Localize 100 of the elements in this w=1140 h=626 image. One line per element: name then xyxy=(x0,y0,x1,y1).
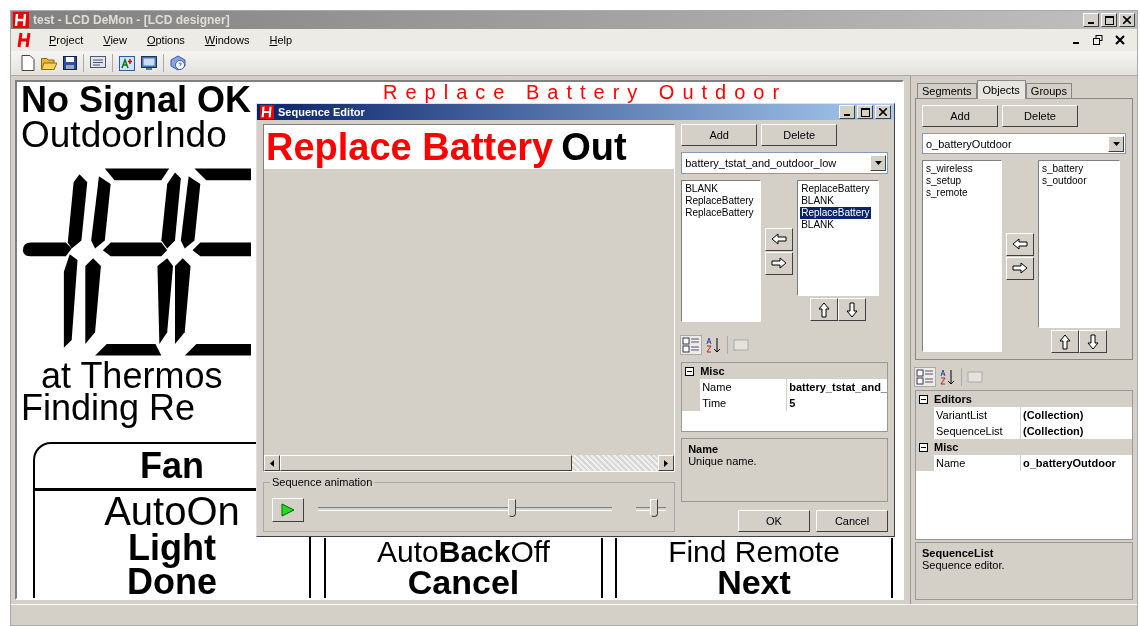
tab[interactable]: Segments xyxy=(917,83,977,98)
caret-icon xyxy=(874,161,882,165)
categorized-icon[interactable] xyxy=(681,336,702,354)
category-label: Editors xyxy=(934,393,972,405)
list-item[interactable]: BLANK xyxy=(800,195,835,207)
menu-item[interactable]: Help xyxy=(267,34,295,46)
list-item[interactable]: ReplaceBattery xyxy=(800,207,871,219)
minimize-button[interactable] xyxy=(839,105,855,119)
maximize-icon xyxy=(860,107,870,117)
property-value[interactable]: 5 xyxy=(787,395,887,411)
down-arrow-icon xyxy=(1087,333,1099,350)
close-icon[interactable] xyxy=(1115,35,1125,45)
save-icon[interactable] xyxy=(63,56,77,70)
property-name: Name xyxy=(934,455,1021,471)
list-item[interactable]: ReplaceBattery xyxy=(684,195,755,207)
left-arrow-icon xyxy=(771,233,788,245)
description-text: Sequence editor. xyxy=(922,559,1006,571)
group-label: Sequence animation xyxy=(270,476,375,488)
tab[interactable]: Objects xyxy=(976,80,1026,99)
list-item[interactable]: s_setup xyxy=(925,175,963,187)
assigned-segment-list[interactable]: s_battery s_outdoor xyxy=(1038,160,1120,328)
description-text: Unique name. xyxy=(688,455,758,467)
move-right-button[interactable] xyxy=(1006,256,1034,280)
categorized-icon[interactable] xyxy=(915,368,935,386)
ok-button[interactable]: OK xyxy=(738,510,810,532)
window-title: test - LCD DeMon - [LCD designer] xyxy=(33,13,230,27)
close-icon xyxy=(879,108,887,116)
maximize-button[interactable] xyxy=(857,105,873,119)
description-title: SequenceList xyxy=(922,547,995,559)
text-style-icon[interactable] xyxy=(119,55,135,71)
category-label: Misc xyxy=(700,365,725,377)
scroll-left-icon[interactable] xyxy=(270,459,274,467)
close-button[interactable] xyxy=(1119,13,1135,27)
list-item[interactable]: BLANK xyxy=(684,183,719,195)
property-name: Name xyxy=(700,379,788,395)
segment-list[interactable]: s_wireless s_setup s_remote xyxy=(922,160,1002,352)
collapse-icon[interactable] xyxy=(685,366,695,376)
category-label: Misc xyxy=(934,441,959,453)
property-value[interactable]: battery_tstat_and_ xyxy=(787,379,887,395)
move-left-button[interactable] xyxy=(1006,232,1034,256)
list-item[interactable]: s_battery xyxy=(1041,163,1085,175)
key-label: Cancel xyxy=(407,566,520,598)
sequence-dropdown[interactable]: battery_tstat_and_outdoor_low xyxy=(681,152,888,174)
menu-item[interactable]: Project xyxy=(47,34,86,46)
help-icon[interactable] xyxy=(170,55,186,71)
menu-item[interactable]: View xyxy=(101,34,129,46)
frame-list[interactable]: ReplaceBattery BLANK ReplaceBattery BLANK xyxy=(797,180,880,296)
right-arrow-icon xyxy=(1012,262,1028,274)
move-up-button[interactable] xyxy=(810,298,839,321)
menu-item[interactable]: Windows xyxy=(202,34,252,46)
minimize-button[interactable] xyxy=(1083,13,1099,27)
list-item[interactable]: s_outdoor xyxy=(1041,175,1088,187)
caret-icon xyxy=(1112,141,1120,146)
preview-text: Out xyxy=(561,125,627,169)
move-left-button[interactable] xyxy=(765,227,794,251)
play-button[interactable] xyxy=(272,498,304,522)
add-button[interactable]: Add xyxy=(922,105,998,127)
delete-button[interactable]: Delete xyxy=(761,124,838,146)
up-arrow-icon xyxy=(1059,333,1071,350)
open-folder-icon[interactable] xyxy=(41,56,57,70)
maximize-button[interactable] xyxy=(1101,13,1117,27)
left-arrow-icon xyxy=(1012,238,1028,250)
logo-icon xyxy=(260,105,274,119)
list-item[interactable]: ReplaceBattery xyxy=(800,183,871,195)
delete-button[interactable]: Delete xyxy=(1002,105,1078,127)
dialog-title: Sequence Editor xyxy=(278,106,365,118)
property-value[interactable]: (Collection) xyxy=(1021,407,1132,423)
list-item[interactable]: BLANK xyxy=(800,219,835,231)
tab[interactable]: Groups xyxy=(1025,83,1072,98)
move-down-button[interactable] xyxy=(838,298,867,321)
list-item[interactable]: ReplaceBattery xyxy=(684,207,755,219)
close-button[interactable] xyxy=(875,105,891,119)
move-down-button[interactable] xyxy=(1079,330,1107,353)
menu-item[interactable]: Options xyxy=(144,34,187,46)
logo-icon xyxy=(17,32,31,48)
list-item[interactable]: s_remote xyxy=(925,187,969,199)
document-list-icon[interactable] xyxy=(90,56,106,70)
slider-thumb[interactable] xyxy=(650,499,658,517)
horizontal-scrollbar[interactable] xyxy=(264,455,675,471)
monitor-icon[interactable] xyxy=(141,55,157,71)
object-dropdown[interactable]: o_batteryOutdoor xyxy=(922,133,1126,154)
slider-thumb[interactable] xyxy=(508,499,517,517)
property-name: VariantList xyxy=(934,407,1021,423)
collapse-icon[interactable] xyxy=(919,442,928,452)
right-arrow-icon xyxy=(771,257,788,269)
new-document-icon[interactable] xyxy=(21,55,35,71)
move-up-button[interactable] xyxy=(1051,330,1079,353)
property-value[interactable]: (Collection) xyxy=(1021,423,1132,439)
scroll-right-icon[interactable] xyxy=(664,459,669,467)
list-item[interactable]: s_wireless xyxy=(925,163,974,175)
up-arrow-icon xyxy=(818,301,831,318)
restore-icon[interactable] xyxy=(1093,35,1103,45)
collapse-icon[interactable] xyxy=(919,394,928,404)
add-button[interactable]: Add xyxy=(681,124,758,146)
variant-list[interactable]: BLANK ReplaceBattery ReplaceBattery xyxy=(681,180,762,322)
property-value[interactable]: o_batteryOutdoor xyxy=(1021,455,1132,471)
key-label: Find Remote xyxy=(668,538,840,566)
lcd-label: Replace Battery Outdoor xyxy=(383,82,788,102)
cancel-button[interactable]: Cancel xyxy=(816,510,888,532)
move-right-button[interactable] xyxy=(765,251,794,275)
